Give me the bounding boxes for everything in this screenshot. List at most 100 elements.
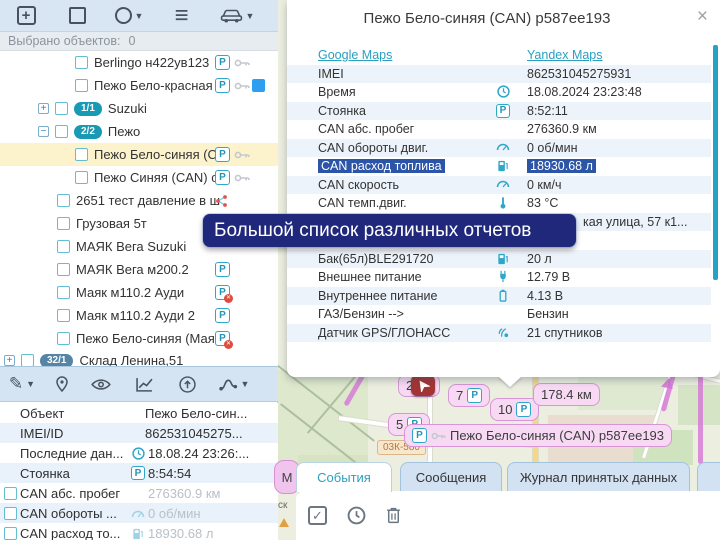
parking-icon: P (130, 466, 146, 480)
row-label: Внутреннее питание (318, 289, 437, 303)
map-cluster-label[interactable]: 10P (490, 398, 539, 421)
tree-item[interactable]: Пежо Бело-синяя (Мая P (0, 327, 278, 350)
export-icon[interactable] (166, 376, 208, 393)
vehicle-direction-marker[interactable] (411, 375, 435, 396)
expand-icon[interactable]: + (38, 103, 49, 114)
property-value: Пежо Бело-син... (145, 406, 247, 421)
objects-sidebar: + ▼ ≡ ▼ Выбрано объектов: 0 Berlingo н42… (0, 0, 278, 540)
property-value: 276360.9 км (148, 486, 220, 501)
checkbox[interactable] (75, 171, 88, 184)
tab-data-journal[interactable]: Журнал принятых данных (507, 462, 690, 491)
popup-row: Стоянка P 8:52:11 (287, 102, 711, 121)
property-label: CAN обороты ... (20, 506, 117, 521)
property-row: CAN абс. пробег 276360.9 км (0, 483, 278, 503)
popup-title: Пежо Бело-синяя (CAN) p587ee193 (287, 10, 687, 27)
checkbox[interactable] (4, 487, 17, 500)
checkbox[interactable] (55, 102, 68, 115)
tree-item[interactable]: Пежо Синяя (CAN) с P (0, 166, 278, 189)
row-value: 21 спутников (527, 326, 602, 340)
row-label: Датчик GPS/ГЛОНАСС (318, 326, 450, 340)
parking-icon: P (215, 170, 230, 185)
sidebar-toolbar: + ▼ ≡ ▼ (0, 0, 278, 32)
checkbox[interactable] (4, 527, 17, 540)
tree-group[interactable]: + 1/1 Suzuki (0, 97, 278, 120)
tree-item[interactable]: МАЯК Вега м200.2 P (0, 258, 278, 281)
tree-group[interactable]: + 32/1 Склад Ленина,51 (0, 349, 278, 366)
checkbox[interactable] (57, 309, 70, 322)
property-value: 8:54:54 (148, 466, 191, 481)
objects-tree: Berlingo н422ув123 P Пежо Бело-красная P… (0, 51, 278, 366)
satellite-icon (495, 326, 511, 339)
checkbox[interactable] (57, 286, 70, 299)
tree-group[interactable]: − 2/2 Пежо (0, 120, 278, 143)
popup-row: Бак(65л)BLE291720 20 л (287, 250, 711, 269)
battery-icon (495, 289, 511, 302)
tree-item[interactable]: Маяк м110.2 Ауди 2 P (0, 304, 278, 327)
checkbox[interactable] (57, 217, 70, 230)
tree-item-label: Маяк м110.2 Ауди 2 (76, 308, 195, 323)
row-value: 276360.9 км (527, 122, 597, 136)
property-value: 18.08.24 23:26:... (148, 446, 249, 461)
parking-error-icon: P (215, 285, 230, 300)
trash-icon[interactable] (386, 507, 401, 524)
google-maps-link[interactable]: Google Maps (318, 48, 392, 62)
map-vehicle-label[interactable]: P Пежо Бело-синяя (CAN) p587ee193 (404, 424, 672, 447)
checkbox[interactable] (57, 194, 70, 207)
tree-item-selected[interactable]: Пежо Бело-синяя (С P (0, 143, 278, 166)
checkbox[interactable] (57, 332, 70, 345)
tree-item-label: МАЯК Вега м200.2 (76, 262, 189, 277)
checkbox[interactable] (21, 354, 34, 366)
list-view-icon[interactable]: ≡ (156, 0, 206, 32)
tree-item[interactable]: 2651 тест давление в ш (0, 189, 278, 212)
group-count-badge: 1/1 (74, 102, 102, 116)
tree-item[interactable]: Пежо Бело-красная P (0, 74, 278, 97)
tab-partial[interactable] (697, 462, 720, 491)
checkbox[interactable] (75, 148, 88, 161)
checkbox[interactable] (55, 125, 68, 138)
property-label: IMEI/ID (20, 426, 63, 441)
row-value: 0 об/мин (527, 141, 578, 155)
tab-messages[interactable]: Сообщения (400, 462, 502, 491)
chart-icon[interactable] (122, 377, 166, 392)
close-icon[interactable]: × (697, 6, 708, 28)
clock-icon (495, 85, 511, 98)
tab-events[interactable]: События (296, 462, 392, 492)
checkbox[interactable] (57, 240, 70, 253)
circle-select-icon[interactable]: ▼ (102, 0, 156, 32)
collapse-icon[interactable]: − (38, 126, 49, 137)
property-label: CAN расход то... (20, 526, 120, 540)
key-icon (234, 151, 250, 159)
popup-row: ГАЗ/Бензин --> Бензин (287, 305, 711, 324)
checkbox[interactable] (57, 263, 70, 276)
yandex-maps-link[interactable]: Yandex Maps (527, 48, 603, 62)
vehicle-filter-icon[interactable]: ▼ (206, 0, 268, 32)
tree-item[interactable]: Маяк м110.2 Ауди P (0, 281, 278, 304)
row-value: 18.08.2024 23:23:48 (527, 85, 642, 99)
rectangle-select-icon[interactable] (52, 0, 102, 32)
checkbox[interactable] (4, 507, 17, 520)
location-pin-icon[interactable] (44, 376, 80, 392)
row-value: 862531045275931 (527, 67, 631, 81)
expand-icon[interactable]: + (4, 355, 15, 366)
tree-item-label: Пежо Бело-синяя (Мая (76, 331, 215, 346)
visibility-icon[interactable] (80, 379, 122, 390)
avito-logo-icon (607, 498, 641, 532)
checkbox-icon[interactable]: ✓ (308, 506, 327, 525)
popup-row: CAN обороты двиг. 0 об/мин (287, 139, 711, 158)
gauge-icon (495, 178, 511, 188)
cluster-count: 7 (456, 388, 463, 403)
map-cluster-label[interactable]: 7P (448, 384, 490, 407)
add-object-icon[interactable]: + (0, 0, 52, 32)
tree-item-label: Пежо Бело-синяя (С (94, 147, 217, 162)
parking-icon: P (215, 78, 230, 93)
checkbox[interactable] (75, 56, 88, 69)
clock-icon[interactable] (347, 506, 366, 525)
checkbox[interactable] (75, 79, 88, 92)
popup-scrollbar[interactable] (713, 45, 718, 280)
route-icon[interactable]: ▼ (208, 378, 260, 391)
tree-item[interactable]: Berlingo н422ув123 P (0, 51, 278, 74)
edit-icon[interactable]: ✎▼ (0, 374, 44, 394)
key-icon (234, 82, 250, 90)
fuel-icon (495, 252, 511, 265)
property-value: 0 об/мин (148, 506, 201, 521)
